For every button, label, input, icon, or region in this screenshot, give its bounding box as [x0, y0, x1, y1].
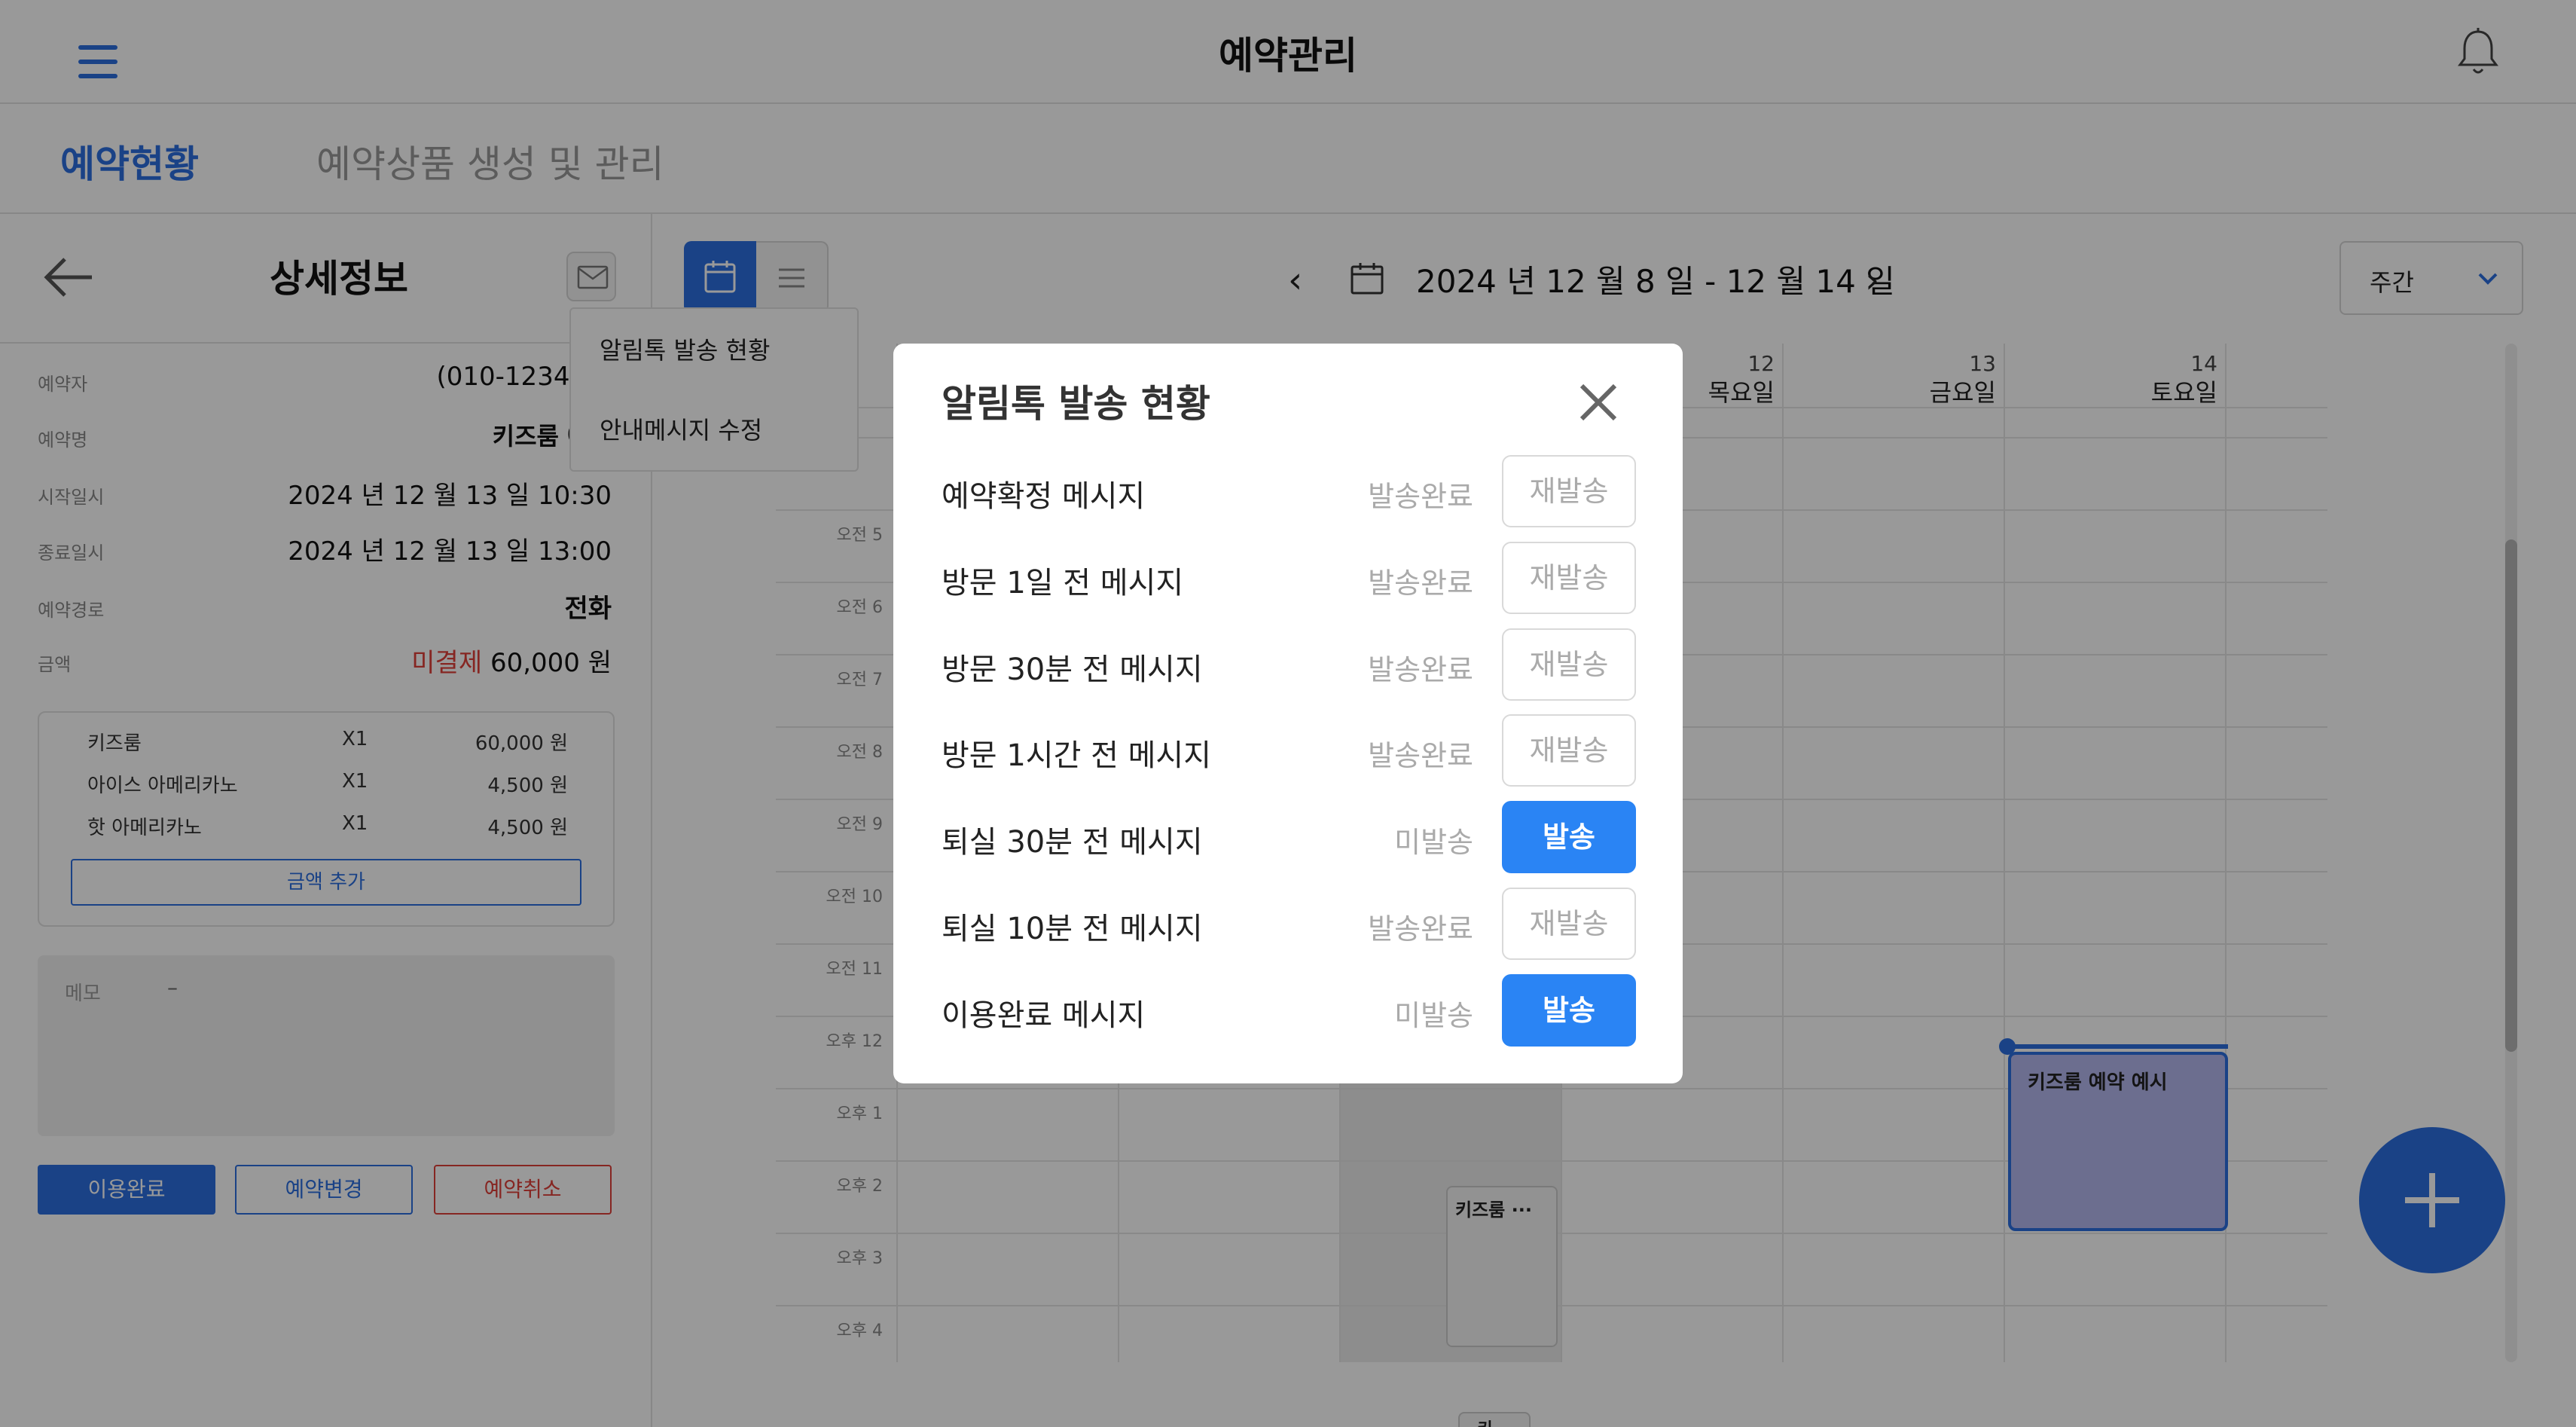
message-label: 방문 1시간 전 메시지 [942, 738, 1211, 773]
menu-item-edit-message[interactable]: 안내메시지 수정 [600, 411, 762, 446]
alimtalk-status-modal: 알림톡 발송 현황 예약확정 메시지 발송완료 재발송 방문 1일 전 메시지 … [893, 344, 1683, 1083]
mail-dropdown-menu: 알림톡 발송 현황 안내메시지 수정 [569, 307, 859, 472]
message-label: 퇴실 10분 전 메시지 [942, 912, 1203, 946]
resend-button[interactable]: 재발송 [1502, 888, 1636, 960]
send-button[interactable]: 발송 [1502, 801, 1636, 873]
message-label: 방문 30분 전 메시지 [942, 652, 1203, 687]
menu-item-alimtalk-status[interactable]: 알림톡 발송 현황 [600, 332, 770, 366]
message-status: 발송완료 [1368, 653, 1473, 686]
message-status: 미발송 [1394, 826, 1473, 859]
message-status: 발송완료 [1368, 567, 1473, 600]
resend-button[interactable]: 재발송 [1502, 542, 1636, 614]
message-label: 방문 1일 전 메시지 [942, 566, 1184, 600]
message-status: 미발송 [1394, 999, 1473, 1032]
message-label: 퇴실 30분 전 메시지 [942, 825, 1203, 860]
message-status: 발송완료 [1368, 739, 1473, 772]
resend-button[interactable]: 재발송 [1502, 714, 1636, 787]
message-label: 이용완료 메시지 [942, 998, 1146, 1033]
message-status: 발송완료 [1368, 912, 1473, 946]
resend-button[interactable]: 재발송 [1502, 455, 1636, 527]
message-label: 예약확정 메시지 [942, 479, 1146, 514]
resend-button[interactable]: 재발송 [1502, 628, 1636, 701]
send-button[interactable]: 발송 [1502, 974, 1636, 1047]
close-icon[interactable] [1571, 375, 1625, 429]
modal-title: 알림톡 발송 현황 [942, 382, 1210, 426]
message-status: 발송완료 [1368, 480, 1473, 513]
